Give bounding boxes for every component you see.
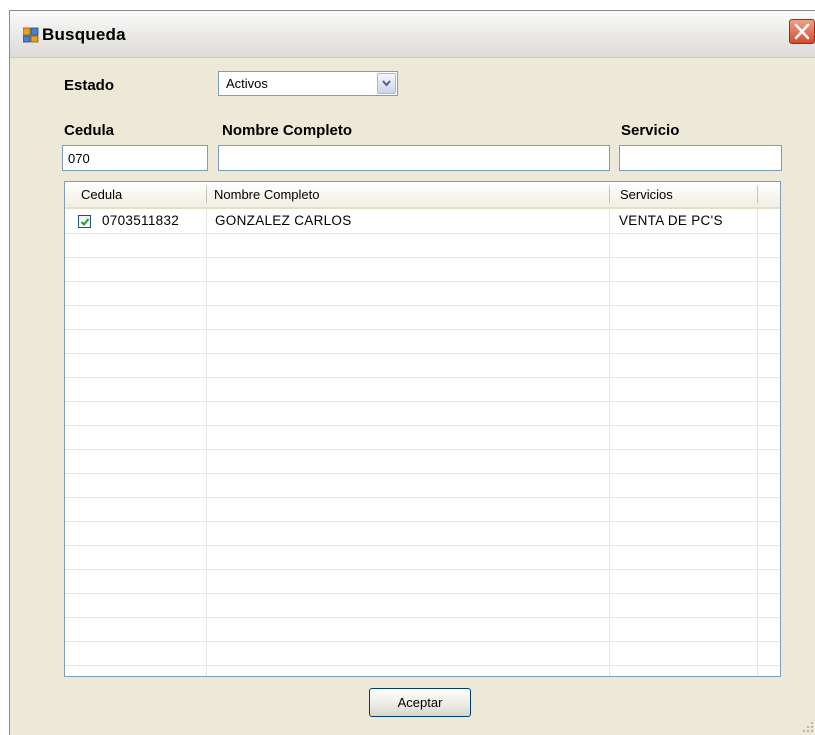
checkmark-icon bbox=[80, 218, 90, 226]
column-gridline bbox=[757, 209, 758, 676]
column-divider[interactable] bbox=[609, 186, 610, 203]
row-gridline bbox=[65, 545, 780, 546]
cell-nombre: GONZALEZ CARLOS bbox=[215, 213, 352, 228]
row-gridline bbox=[65, 305, 780, 306]
cell-cedula: 0703511832 bbox=[102, 213, 180, 228]
estado-select[interactable]: Activos bbox=[218, 71, 398, 96]
row-gridline bbox=[65, 497, 780, 498]
chevron-down-icon bbox=[382, 80, 391, 87]
row-gridline bbox=[65, 473, 780, 474]
row-gridline bbox=[65, 233, 780, 234]
row-gridline bbox=[65, 617, 780, 618]
window-title: Busqueda bbox=[42, 25, 126, 44]
search-dialog: Busqueda Estado Activos Cedula Nombre Co… bbox=[9, 10, 815, 735]
servicio-label: Servicio bbox=[621, 122, 680, 139]
column-divider[interactable] bbox=[206, 186, 207, 203]
results-grid[interactable]: Cedula Nombre Completo Servicios 0703511… bbox=[64, 181, 781, 677]
nombre-completo-field[interactable] bbox=[218, 145, 610, 171]
servicio-field[interactable] bbox=[619, 145, 782, 171]
resize-grip-icon[interactable] bbox=[802, 721, 814, 733]
row-gridline bbox=[65, 593, 780, 594]
cedula-field[interactable] bbox=[62, 145, 208, 171]
close-button[interactable] bbox=[789, 19, 815, 44]
row-gridline bbox=[65, 569, 780, 570]
title-bar[interactable]: Busqueda bbox=[10, 11, 815, 58]
row-gridline bbox=[65, 449, 780, 450]
column-header-servicios[interactable]: Servicios bbox=[620, 182, 673, 207]
dropdown-arrow-button[interactable] bbox=[377, 73, 396, 94]
column-header-cedula[interactable]: Cedula bbox=[81, 182, 122, 207]
row-gridline bbox=[65, 401, 780, 402]
table-row[interactable]: 0703511832 GONZALEZ CARLOS VENTA DE PC'S bbox=[65, 209, 780, 233]
row-gridline bbox=[65, 281, 780, 282]
row-gridline bbox=[65, 665, 780, 666]
column-divider[interactable] bbox=[757, 186, 758, 203]
close-icon bbox=[794, 23, 810, 40]
column-gridline bbox=[609, 209, 610, 676]
row-gridline bbox=[65, 257, 780, 258]
row-select-checkbox[interactable] bbox=[78, 215, 91, 228]
row-gridline bbox=[65, 425, 780, 426]
column-gridline bbox=[206, 209, 207, 676]
accept-button[interactable]: Aceptar bbox=[369, 688, 471, 717]
grid-header: Cedula Nombre Completo Servicios bbox=[65, 182, 780, 209]
row-gridline bbox=[65, 353, 780, 354]
cell-servicio: VENTA DE PC'S bbox=[619, 213, 723, 228]
nombre-completo-label: Nombre Completo bbox=[222, 122, 353, 139]
form-window-icon bbox=[22, 27, 39, 43]
estado-select-value: Activos bbox=[226, 76, 268, 91]
row-gridline bbox=[65, 521, 780, 522]
row-gridline bbox=[65, 377, 780, 378]
row-gridline bbox=[65, 329, 780, 330]
estado-label: Estado bbox=[64, 77, 115, 94]
cedula-label: Cedula bbox=[64, 122, 115, 139]
column-header-nombre[interactable]: Nombre Completo bbox=[214, 182, 320, 207]
row-gridline bbox=[65, 641, 780, 642]
